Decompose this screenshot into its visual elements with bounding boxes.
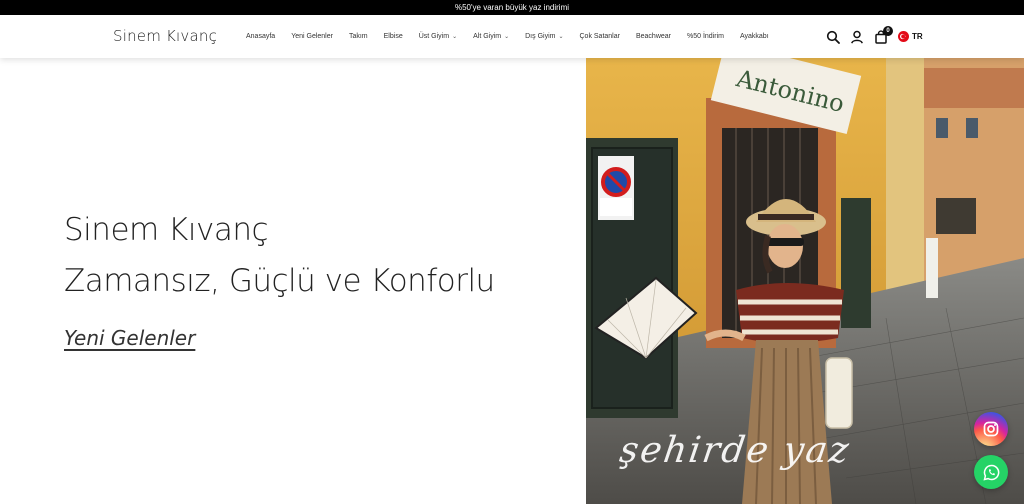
image-caption: şehirde yaz	[617, 430, 854, 471]
hero-text-block: Sinem Kıvanç Zamansız, Güçlü ve Konforlu…	[64, 212, 495, 350]
brand-logo[interactable]: Sinem Kıvanç	[113, 27, 217, 45]
nav-label: Üst Giyim	[418, 33, 450, 40]
nav-item-dis-giyim[interactable]: Dış Giyim ⌄	[525, 33, 563, 40]
announcement-bar: %50'ye varan büyük yaz indirimi	[0, 0, 1024, 15]
hero-image: Antonino şehirde yaz	[586, 58, 1024, 504]
nav-label: Ayakkabı	[739, 33, 769, 40]
instagram-button[interactable]	[974, 412, 1008, 446]
nav-label: Beachwear	[635, 33, 671, 40]
shopping-bag-icon[interactable]: 0	[874, 25, 893, 44]
nav-label: %50 İndirim	[687, 33, 724, 40]
hero-title: Sinem Kıvanç	[64, 212, 269, 248]
nav-label: Elbise	[383, 33, 403, 40]
turkey-flag-icon	[898, 31, 909, 42]
instagram-icon	[983, 421, 999, 437]
nav-item-beachwear[interactable]: Beachwear	[636, 33, 671, 40]
chevron-down-icon: ⌄	[504, 34, 510, 40]
header-actions: 0 TR	[826, 15, 923, 58]
nav-item-ayakkabi[interactable]: Ayakkabı	[740, 33, 769, 40]
nav-item-yeni-gelenler[interactable]: Yeni Gelenler	[291, 33, 333, 40]
nav-item-indirim[interactable]: %50 İndirim	[687, 33, 724, 40]
search-icon[interactable]	[826, 30, 840, 44]
nav-label: Anasayfa	[246, 33, 276, 40]
nav-label: Alt Giyim	[473, 33, 502, 40]
chevron-down-icon: ⌄	[558, 34, 564, 40]
whatsapp-icon	[982, 464, 999, 481]
nav-item-cok-satanlar[interactable]: Çok Satanlar	[580, 33, 620, 40]
announcement-text: %50'ye varan büyük yaz indirimi	[454, 3, 570, 12]
nav-label: Yeni Gelenler	[291, 33, 333, 40]
site-header: Sinem Kıvanç Anasayfa Yeni Gelenler Takı…	[0, 15, 1024, 58]
user-icon[interactable]	[850, 30, 864, 44]
nav-item-elbise[interactable]: Elbise	[384, 33, 403, 40]
whatsapp-button[interactable]	[974, 455, 1008, 489]
new-arrivals-link[interactable]: Yeni Gelenler	[64, 326, 195, 350]
chevron-down-icon: ⌄	[452, 34, 458, 40]
nav-label: Takım	[348, 33, 368, 40]
nav-item-ust-giyim[interactable]: Üst Giyim ⌄	[419, 33, 457, 40]
main-nav: Anasayfa Yeni Gelenler Takım Elbise Üst …	[246, 15, 785, 58]
hero-subtitle: Zamansız, Güçlü ve Konforlu	[64, 263, 495, 300]
language-selector[interactable]: TR	[898, 31, 923, 42]
cart-count-badge: 0	[883, 25, 893, 36]
nav-item-anasayfa[interactable]: Anasayfa	[246, 33, 275, 40]
nav-label: Dış Giyim	[525, 33, 556, 40]
language-code: TR	[912, 32, 923, 41]
nav-item-alt-giyim[interactable]: Alt Giyim ⌄	[473, 33, 509, 40]
nav-label: Çok Satanlar	[579, 33, 620, 40]
nav-item-takim[interactable]: Takım	[349, 33, 368, 40]
